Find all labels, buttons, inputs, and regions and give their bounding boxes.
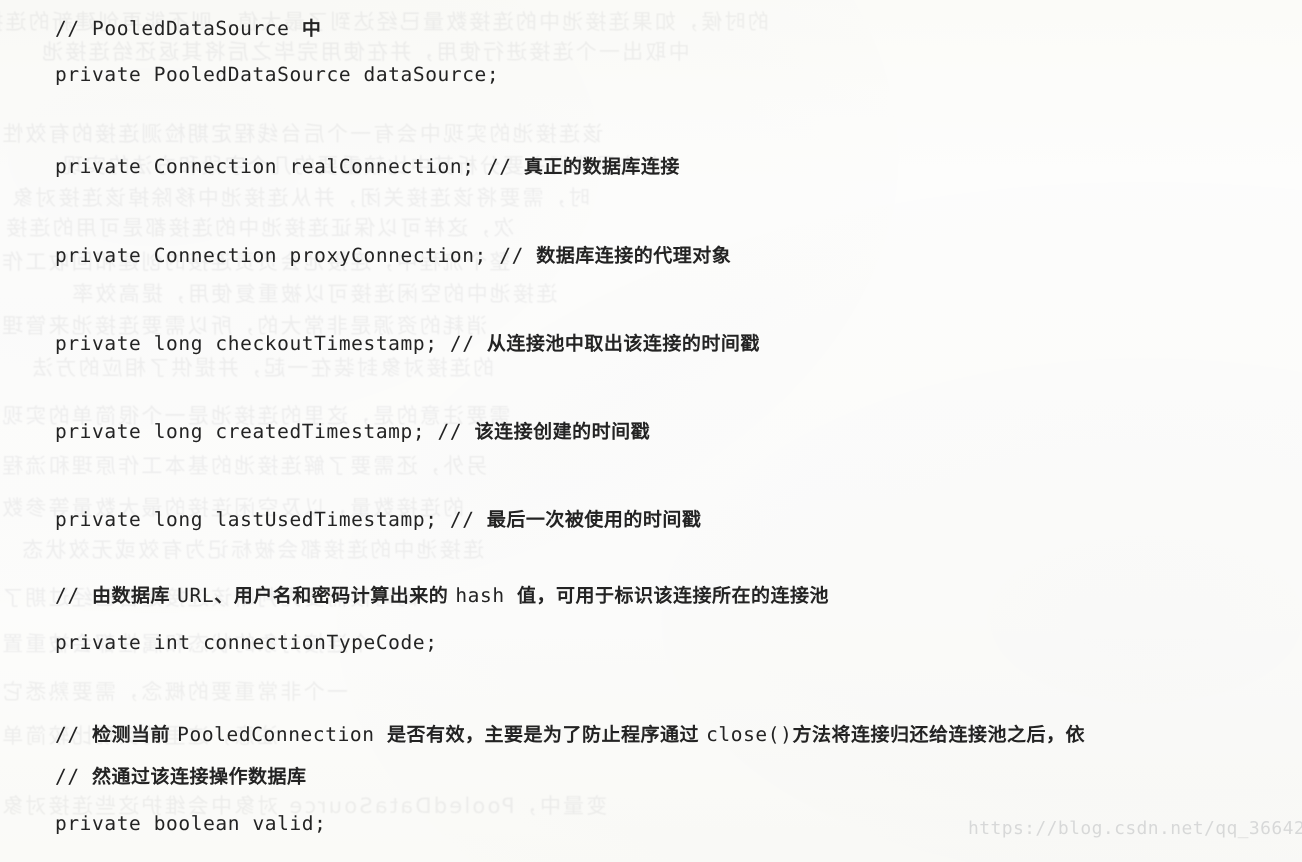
code-text-cn: 检测当前 [92, 724, 178, 746]
line-field-checkouttimestamp: private long checkoutTimestamp; // 从连接池中… [55, 329, 760, 356]
code-text-cn: 中 [301, 18, 322, 40]
code-text: private long createdTimestamp; // [55, 420, 475, 443]
code-text-cn: 从连接池中取出该连接的时间戳 [486, 333, 760, 355]
line-field-valid: private boolean valid; [55, 812, 326, 835]
code-text: private long checkoutTimestamp; // [55, 332, 487, 355]
line-field-datasource: private PooledDataSource dataSource; [55, 63, 499, 86]
code-text: private PooledDataSource dataSource; [55, 63, 500, 86]
code-text: PooledConnection [177, 723, 387, 746]
line-comment-valid-2: // 然通过该连接操作数据库 [55, 762, 307, 789]
code-text: close() [706, 723, 793, 746]
code-text: hash [455, 584, 518, 607]
code-text-cn: 该连接创建的时间戳 [474, 421, 651, 443]
line-field-proxyconnection: private Connection proxyConnection; // 数… [55, 241, 731, 268]
code-text: private int connectionTypeCode; [55, 631, 438, 654]
code-text: // [55, 584, 93, 607]
code-text-cn: 数据库连接的代理对象 [536, 245, 732, 267]
code-text-cn: 真正的数据库连接 [523, 156, 680, 178]
code-text: // [55, 723, 93, 746]
code-text-cn: 最后一次被使用的时间戳 [486, 509, 702, 531]
code-text-cn: 由数据库 [92, 585, 178, 607]
line-comment-valid-1: // 检测当前 PooledConnection 是否有效，主要是为了防止程序通… [55, 720, 1085, 747]
code-text-cn: 方法将连接归还给连接池之后，依 [792, 724, 1085, 746]
code-text: private Connection realConnection; // [55, 155, 524, 178]
code-text-cn: 然通过该连接操作数据库 [92, 766, 307, 788]
line-field-connectiontypecode: private int connectionTypeCode; [55, 631, 438, 654]
line-field-lastusedtimestamp: private long lastUsedTimestamp; // 最后一次被… [55, 505, 701, 532]
csdn-watermark: https://blog.csdn.net/qq_36642340 [968, 818, 1302, 839]
code-text: private long lastUsedTimestamp; // [55, 508, 487, 531]
code-text-cn: 是否有效，主要是为了防止程序通过 [386, 724, 707, 746]
line-field-createdtimestamp: private long createdTimestamp; // 该连接创建的… [55, 417, 650, 444]
code-text: private boolean valid; [55, 812, 327, 835]
code-text-cn: 、用户名和密码计算出来的 [214, 585, 456, 607]
code-text: // [55, 765, 93, 788]
line-comment-hash: // 由数据库 URL、用户名和密码计算出来的 hash 值，可用于标识该连接所… [55, 581, 829, 608]
code-text: // PooledDataSource [55, 17, 302, 40]
line-field-realconnection: private Connection realConnection; // 真正… [55, 152, 680, 179]
scanned-page: 的时候，如果连接池中的连接数量已经达到了最大值，则不能再创建新的连接 中取出一个连… [0, 0, 1302, 862]
code-text-cn: 值，可用于标识该连接所在的连接池 [517, 585, 830, 607]
line-comment-pooleddatasource: // PooledDataSource 中 [55, 14, 321, 41]
code-text: private Connection proxyConnection; // [55, 244, 537, 267]
code-text: URL [177, 584, 215, 607]
code-block: // PooledDataSource 中 private PooledDataS… [0, 0, 1302, 862]
